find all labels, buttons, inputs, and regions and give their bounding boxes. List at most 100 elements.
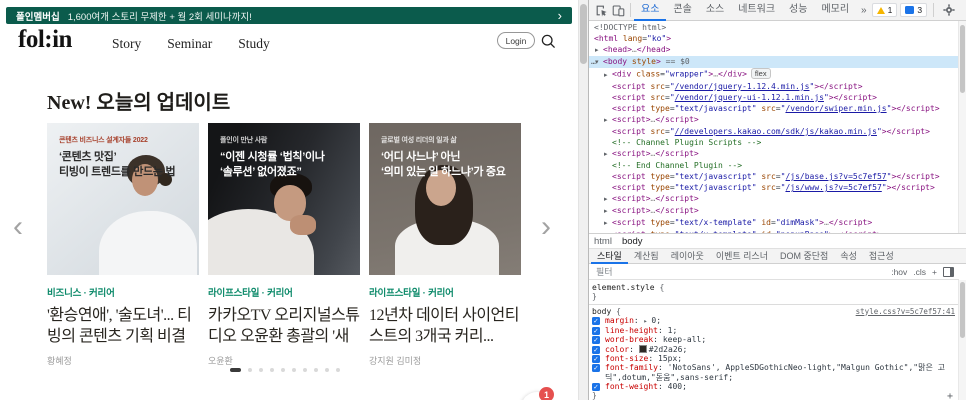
styles-tab-이벤트 리스너[interactable]: 이벤트 리스너 bbox=[710, 249, 774, 264]
carousel-dot-9[interactable] bbox=[325, 368, 329, 372]
dom-tree-row[interactable]: <!-- Channel Plugin Scripts --> bbox=[589, 137, 959, 148]
css-property-line-height[interactable]: ✓ line-height: 1; bbox=[592, 326, 956, 336]
dom-tree-row[interactable]: <html lang="ko"> bbox=[589, 33, 959, 44]
settings-gear-icon[interactable] bbox=[940, 2, 957, 19]
twisty-icon[interactable]: ▸ bbox=[595, 45, 603, 56]
dom-tree-row[interactable]: <script src="/vendor/jquery-ui-1.12.1.mi… bbox=[589, 92, 959, 103]
overflow-menu-icon[interactable]: ⋮ bbox=[960, 2, 966, 19]
dom-tree-row[interactable]: <script src="//developers.kakao.com/sdk/… bbox=[589, 126, 959, 137]
styles-tab-스타일[interactable]: 스타일 bbox=[591, 249, 628, 264]
property-checkbox-icon[interactable]: ✓ bbox=[592, 316, 600, 325]
flex-badge[interactable]: flex bbox=[750, 68, 771, 80]
dom-tree-row[interactable]: … ▾ <body style> == $0 bbox=[589, 56, 959, 69]
story-card-1[interactable]: 콘텐츠 비즈니스 설계자들 2022 ‘콘텐츠 맛집’ 티빙이 트렌드를 만드는… bbox=[47, 123, 199, 367]
card-title[interactable]: '환승연애', '술도녀'... 티빙의 콘텐츠 기획 비결 bbox=[47, 305, 199, 347]
element-style-rule[interactable]: element.style { } bbox=[589, 280, 959, 305]
carousel-dot-2[interactable] bbox=[248, 368, 252, 372]
carousel-dot-7[interactable] bbox=[303, 368, 307, 372]
css-property-color[interactable]: ✓ color: #2d2a26; bbox=[592, 344, 956, 354]
dom-tree-row[interactable]: <!-- End Channel Plugin --> bbox=[589, 160, 959, 171]
styles-tab-속성[interactable]: 속성 bbox=[834, 249, 863, 264]
breadcrumb-body[interactable]: body bbox=[622, 236, 643, 247]
rule-selector[interactable]: body bbox=[592, 307, 611, 316]
css-property-font-size[interactable]: ✓ font-size: 15px; bbox=[592, 354, 956, 364]
devtools-tab-콘솔[interactable]: 콘솔 bbox=[666, 0, 698, 21]
styles-tab-접근성[interactable]: 접근성 bbox=[863, 249, 900, 264]
scrollbar-thumb[interactable] bbox=[580, 4, 587, 64]
tree-scrollbar-thumb[interactable] bbox=[960, 25, 965, 93]
property-checkbox-icon[interactable]: ✓ bbox=[592, 364, 600, 373]
carousel-dot-5[interactable] bbox=[281, 368, 285, 372]
css-property-font-weight[interactable]: ✓ font-weight: 400; bbox=[592, 382, 956, 391]
resource-link[interactable]: /js/base.js?v=5c7ef57 bbox=[785, 172, 886, 181]
property-checkbox-icon[interactable]: ✓ bbox=[592, 336, 600, 345]
styles-tab-계산됨[interactable]: 계산됨 bbox=[628, 249, 665, 264]
carousel-dot-4[interactable] bbox=[270, 368, 274, 372]
search-icon[interactable] bbox=[540, 33, 556, 49]
warnings-badge[interactable]: 1 bbox=[871, 3, 898, 17]
devtools-tab-성능[interactable]: 성능 bbox=[782, 0, 814, 21]
styles-scrollbar-thumb[interactable] bbox=[960, 282, 965, 338]
resource-link[interactable]: /vendor/jquery-1.12.4.min.js bbox=[675, 82, 810, 91]
resource-link[interactable]: /vendor/swiper.min.js bbox=[785, 104, 886, 113]
devtools-tab-요소[interactable]: 요소 bbox=[634, 0, 666, 21]
card-category[interactable]: 비즈니스 · 커리어 bbox=[47, 285, 199, 299]
node-menu-icon[interactable]: … bbox=[591, 56, 596, 67]
dom-tree-row[interactable]: <!DOCTYPE html> bbox=[589, 22, 959, 33]
property-checkbox-icon[interactable]: ✓ bbox=[592, 345, 600, 354]
device-toolbar-icon[interactable] bbox=[610, 2, 627, 19]
folin-logo[interactable]: fol:in bbox=[18, 26, 72, 54]
dom-tree-row[interactable]: ▸ <script type="text/x-template" id="dimM… bbox=[589, 217, 959, 229]
filter-toggle-+[interactable]: + bbox=[932, 267, 937, 277]
dom-tree-row[interactable]: ▸ <script>…</script> bbox=[589, 148, 959, 160]
membership-banner[interactable]: 폴인멤버십 1,600여개 스토리 무제한 + 월 2회 세미나까지! › bbox=[6, 7, 572, 24]
twisty-icon[interactable]: ▸ bbox=[604, 218, 612, 229]
messages-badge[interactable]: 3 bbox=[900, 3, 928, 17]
carousel-next-button[interactable]: › bbox=[541, 212, 551, 242]
styles-filter-input[interactable] bbox=[594, 265, 886, 278]
twisty-icon[interactable]: ▸ bbox=[604, 194, 612, 205]
dom-tree-row[interactable]: ▸ <script>…</script> bbox=[589, 205, 959, 217]
new-style-rule-button[interactable]: + bbox=[947, 392, 953, 400]
filter-toggle-.cls[interactable]: .cls bbox=[913, 267, 926, 277]
styles-tab-레이아웃[interactable]: 레이아웃 bbox=[665, 249, 710, 264]
card-category[interactable]: 라이프스타일 · 커리어 bbox=[369, 285, 521, 299]
property-checkbox-icon[interactable]: ✓ bbox=[592, 382, 600, 391]
dom-tree-row[interactable]: <script type="text/javascript" src="/ven… bbox=[589, 103, 959, 114]
dom-tree-row[interactable]: <script src="/vendor/jquery-1.12.4.min.j… bbox=[589, 81, 959, 92]
more-tabs-button[interactable]: » bbox=[856, 5, 872, 16]
carousel-prev-button[interactable]: ‹ bbox=[13, 212, 23, 242]
dom-tree-row[interactable]: ▸ <div class="wrapper">…</div> flex bbox=[589, 68, 959, 81]
devtools-tab-소스[interactable]: 소스 bbox=[699, 0, 731, 21]
carousel-dot-1[interactable] bbox=[230, 368, 241, 372]
stylesheet-source-link[interactable]: style.css?v=5c7ef57:41 bbox=[856, 307, 955, 316]
css-property-margin[interactable]: ✓ margin: ▸ 0; bbox=[592, 316, 956, 326]
inspect-element-icon[interactable] bbox=[593, 2, 610, 19]
dom-tree-row[interactable]: <script type="text/javascript" src="/js/… bbox=[589, 171, 959, 182]
devtools-tab-메모리[interactable]: 메모리 bbox=[814, 0, 856, 21]
devtools-tab-네트워크[interactable]: 네트워크 bbox=[731, 0, 782, 21]
twisty-icon[interactable]: ▾ bbox=[595, 57, 603, 68]
nav-seminar[interactable]: Seminar bbox=[167, 36, 212, 52]
browser-scrollbar[interactable] bbox=[578, 0, 588, 400]
color-swatch-icon[interactable] bbox=[638, 344, 647, 353]
breadcrumb-html[interactable]: html bbox=[594, 236, 612, 247]
login-button[interactable]: Login bbox=[497, 32, 535, 49]
styles-tab-DOM 중단점[interactable]: DOM 중단점 bbox=[774, 249, 834, 264]
carousel-dot-8[interactable] bbox=[314, 368, 318, 372]
card-title[interactable]: 12년차 데이터 사이언티스트의 3개국 커리... bbox=[369, 305, 521, 347]
styles-scrollbar[interactable] bbox=[958, 280, 966, 400]
nav-story[interactable]: Story bbox=[112, 36, 141, 52]
property-checkbox-icon[interactable]: ✓ bbox=[592, 355, 600, 364]
carousel-dot-6[interactable] bbox=[292, 368, 296, 372]
twisty-icon[interactable]: ▸ bbox=[604, 149, 612, 160]
dom-tree-row[interactable]: ▸ <head>…</head> bbox=[589, 44, 959, 56]
dom-tree-row[interactable]: <script type="text/javascript" src="/js/… bbox=[589, 182, 959, 193]
twisty-icon[interactable]: ▸ bbox=[604, 70, 612, 81]
nav-study[interactable]: Study bbox=[238, 36, 270, 52]
carousel-dot-10[interactable] bbox=[336, 368, 340, 372]
card-category[interactable]: 라이프스타일 · 커리어 bbox=[208, 285, 360, 299]
dom-tree-row[interactable]: ▸ <script>…</script> bbox=[589, 114, 959, 126]
chevron-right-icon[interactable]: › bbox=[558, 7, 562, 24]
carousel-dot-3[interactable] bbox=[259, 368, 263, 372]
